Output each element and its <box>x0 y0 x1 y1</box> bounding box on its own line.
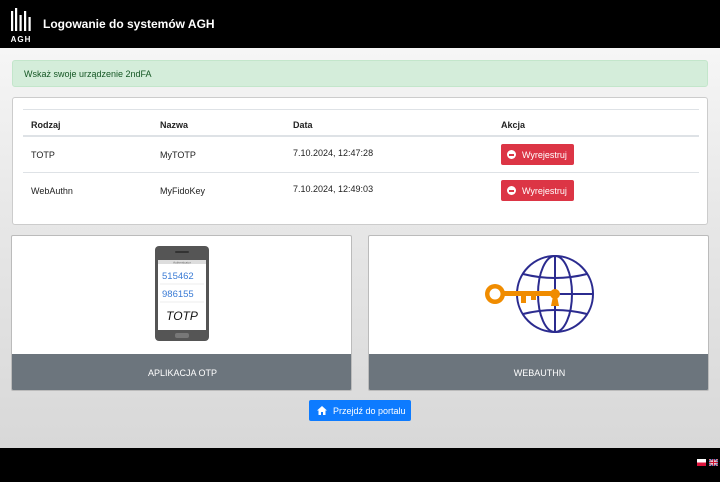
otp-caption: TOTP <box>166 309 198 323</box>
unregister-button-webauthn[interactable]: Wyrejestruj <box>501 180 574 201</box>
table-row: WebAuthn MyFidoKey 7.10.2024, 12:49:03 W… <box>23 172 699 208</box>
table-header: Rodzaj Nazwa Data Akcja <box>23 109 699 136</box>
info-alert: Wskaż swoje urządzenie 2ndFA <box>12 60 708 87</box>
otp-tile-label: APLIKACJA OTP <box>12 354 351 390</box>
minus-circle-icon <box>507 150 516 159</box>
page-title: Logowanie do systemów AGH <box>43 17 215 31</box>
row-type: WebAuthn <box>31 186 73 196</box>
unregister-label: Wyrejestruj <box>522 185 567 196</box>
row-name: MyTOTP <box>160 150 196 160</box>
home-icon <box>317 406 327 415</box>
uk-flag-icon[interactable] <box>709 459 718 466</box>
unregister-label: Wyrejestruj <box>522 149 567 160</box>
go-to-portal-button[interactable]: Przejdź do portalu <box>309 400 411 421</box>
phone-otp-icon: Authenticator 515462 986155 TOTP <box>155 246 209 341</box>
pl-flag-icon[interactable] <box>697 459 706 466</box>
unregister-button-totp[interactable]: Wyrejestruj <box>501 144 574 165</box>
devices-card: Rodzaj Nazwa Data Akcja TOTP MyTOTP 7.10… <box>12 97 708 225</box>
row-date: 7.10.2024, 12:47:28 <box>293 148 374 158</box>
table-row: TOTP MyTOTP 7.10.2024, 12:47:28 Wyrejest… <box>23 136 699 172</box>
row-type: TOTP <box>31 150 55 160</box>
column-header-name: Nazwa <box>160 120 189 130</box>
portal-button-label: Przejdź do portalu <box>333 405 406 416</box>
phone-app-title: Authenticator <box>173 261 191 265</box>
devices-table: Rodzaj Nazwa Data Akcja TOTP MyTOTP 7.10… <box>23 109 699 208</box>
otp-app-tile[interactable]: Authenticator 515462 986155 TOTP APLIKAC… <box>11 235 352 391</box>
otp-code-1: 515462 <box>162 271 194 282</box>
column-header-date: Data <box>293 120 313 130</box>
agh-logo[interactable]: AGH <box>10 7 32 44</box>
top-bar: AGH Logowanie do systemów AGH <box>0 0 720 48</box>
main-content: Wskaż swoje urządzenie 2ndFA Rodzaj Nazw… <box>0 48 720 448</box>
column-header-action: Akcja <box>501 120 526 130</box>
minus-circle-icon <box>507 186 516 195</box>
logo-text: AGH <box>10 35 32 44</box>
otp-code-2: 986155 <box>162 289 194 300</box>
webauthn-tile[interactable]: WEBAUTHN <box>368 235 709 391</box>
row-date: 7.10.2024, 12:49:03 <box>293 184 374 194</box>
agh-logo-icon <box>11 8 31 31</box>
column-header-type: Rodzaj <box>31 120 61 130</box>
bottom-bar <box>0 448 720 482</box>
key-globe-icon <box>485 255 594 333</box>
webauthn-tile-label: WEBAUTHN <box>369 354 708 390</box>
row-name: MyFidoKey <box>160 186 206 196</box>
